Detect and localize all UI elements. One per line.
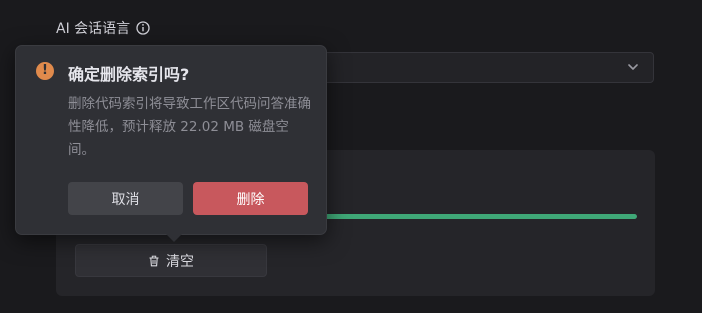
ai-language-label-text: AI 会话语言: [56, 21, 131, 37]
delete-index-confirm-popover: ! 确定删除索引吗? 删除代码索引将导致工作区代码问答准确性降低，预计释放 22…: [15, 45, 327, 242]
clear-button-label: 清空: [166, 253, 194, 270]
index-progress-fill: [322, 214, 637, 219]
cancel-button[interactable]: 取消: [68, 182, 183, 215]
trash-icon: [149, 255, 159, 266]
confirm-description: 删除代码索引将导致工作区代码问答准确性降低，预计释放 22.02 MB 磁盘空间…: [68, 96, 311, 158]
delete-button[interactable]: 删除: [193, 182, 308, 215]
popover-arrow: [166, 234, 182, 242]
clear-index-button[interactable]: 清空: [75, 244, 267, 277]
ai-language-setting-label: AI 会话语言: [56, 18, 150, 38]
confirm-title: 确定删除索引吗?: [68, 65, 190, 84]
chevron-down-icon: [628, 64, 638, 70]
warning-icon: !: [36, 62, 54, 80]
info-icon[interactable]: [136, 21, 150, 35]
index-progress-bar: [322, 214, 637, 219]
